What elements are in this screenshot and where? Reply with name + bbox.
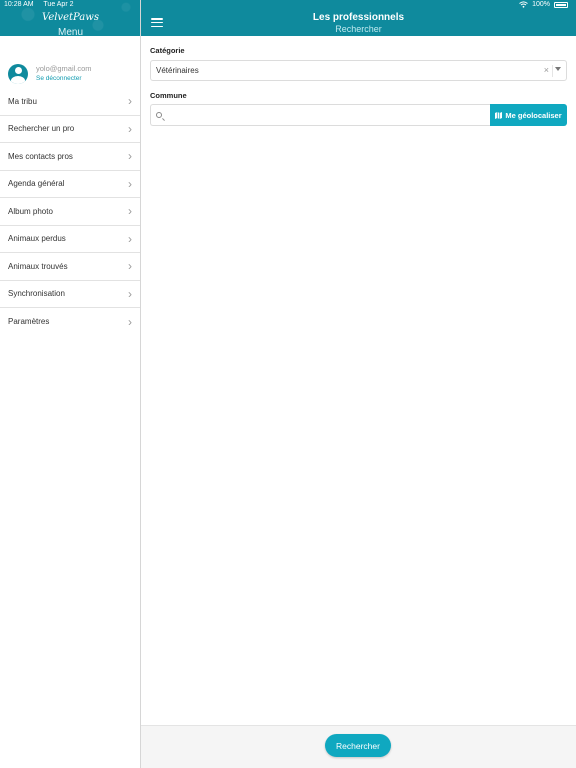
map-icon xyxy=(495,111,503,119)
sidebar-menu: Ma tribu › Rechercher un pro › Mes contact… xyxy=(0,88,140,336)
sidebar-title: Menu xyxy=(57,27,83,36)
sidebar-item-animaux-perdus[interactable]: Animaux perdus › xyxy=(0,226,140,253)
sidebar-item-label: Animaux trouvés xyxy=(8,261,68,271)
avatar-icon xyxy=(8,64,28,84)
sidebar-item-agenda-general[interactable]: Agenda général › xyxy=(0,171,140,198)
chevron-down-icon[interactable] xyxy=(555,67,561,71)
commune-input[interactable] xyxy=(167,107,487,123)
commune-label: Commune xyxy=(150,91,187,100)
category-label: Catégorie xyxy=(150,46,185,55)
select-separator xyxy=(552,65,553,77)
category-value: Vétérinaires xyxy=(156,66,199,75)
sidebar-item-label: Paramètres xyxy=(8,317,50,327)
search-icon xyxy=(156,112,162,118)
sidebar: VelvetPaws Menu yolo@gmail.com Se déconn… xyxy=(0,0,141,768)
sidebar-item-album-photo[interactable]: Album photo › xyxy=(0,198,140,226)
battery-percent: 100% xyxy=(532,1,550,8)
page-subtitle: Rechercher xyxy=(335,24,382,34)
sidebar-item-synchronisation[interactable]: Synchronisation › xyxy=(0,281,140,308)
sidebar-item-ma-tribu[interactable]: Ma tribu › xyxy=(0,88,140,116)
sidebar-item-label: Agenda général xyxy=(8,179,65,189)
chevron-right-icon: › xyxy=(128,176,132,191)
sidebar-item-label: Album photo xyxy=(8,206,53,216)
sidebar-item-label: Synchronisation xyxy=(8,289,65,299)
page-title: Les professionnels xyxy=(312,12,405,23)
status-left: 10:28 AM Tue Apr 2 xyxy=(4,1,82,8)
commune-search-row: Me géolocaliser xyxy=(150,104,567,126)
chevron-right-icon: › xyxy=(128,204,132,219)
commune-input-wrap xyxy=(150,104,490,126)
chevron-right-icon: › xyxy=(128,286,132,301)
geolocate-button-label: Me géolocaliser xyxy=(505,110,562,120)
app-logo: VelvetPaws xyxy=(42,12,99,23)
search-form: Catégorie Vétérinaires × Commune Me géol… xyxy=(141,36,576,725)
sidebar-item-label: Mes contacts pros xyxy=(8,151,73,161)
category-select[interactable]: Vétérinaires × xyxy=(150,60,567,81)
wifi-icon xyxy=(519,1,528,8)
chevron-right-icon: › xyxy=(128,149,132,164)
clear-icon[interactable]: × xyxy=(544,65,549,75)
user-info: yolo@gmail.com Se déconnecter xyxy=(36,64,92,84)
sidebar-item-mes-contacts-pros[interactable]: Mes contacts pros › xyxy=(0,143,140,171)
geolocate-button[interactable]: Me géolocaliser xyxy=(490,104,567,126)
status-date: Tue Apr 2 xyxy=(43,1,74,8)
chevron-right-icon: › xyxy=(128,314,132,329)
status-bar: 10:28 AM Tue Apr 2 100% xyxy=(0,0,576,11)
chevron-right-icon: › xyxy=(128,231,132,246)
chevron-right-icon: › xyxy=(128,94,132,109)
footer-bar: Rechercher xyxy=(141,725,576,768)
sidebar-item-rechercher-un-pro[interactable]: Rechercher un pro › xyxy=(0,116,140,143)
user-block: yolo@gmail.com Se déconnecter xyxy=(8,64,92,84)
sidebar-item-label: Ma tribu xyxy=(8,96,37,106)
sidebar-item-animaux-trouves[interactable]: Animaux trouvés › xyxy=(0,253,140,281)
status-time: 10:28 AM xyxy=(4,1,34,8)
status-right: 100% xyxy=(519,1,568,8)
sidebar-item-label: Animaux perdus xyxy=(8,234,66,244)
logout-link[interactable]: Se déconnecter xyxy=(36,74,92,84)
chevron-right-icon: › xyxy=(128,259,132,274)
sidebar-item-label: Rechercher un pro xyxy=(8,124,75,134)
search-submit-button[interactable]: Rechercher xyxy=(325,734,391,757)
battery-icon xyxy=(554,1,568,8)
chevron-right-icon: › xyxy=(128,121,132,136)
user-email: yolo@gmail.com xyxy=(36,64,92,73)
sidebar-item-parametres[interactable]: Paramètres › xyxy=(0,308,140,336)
